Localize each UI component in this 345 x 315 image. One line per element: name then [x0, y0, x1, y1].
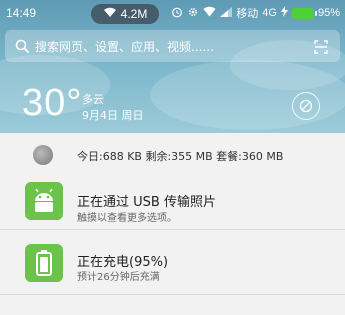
- charging-bolt-icon: [280, 6, 288, 20]
- data-usage-icon: [33, 145, 53, 165]
- divider: [0, 229, 345, 230]
- status-icons: 移动 4G 95%: [171, 5, 340, 21]
- settings-gear-icon: [187, 6, 199, 21]
- weather-condition: 多云: [82, 93, 104, 106]
- search-placeholder: 搜索网页、设置、应用、视频......: [35, 39, 214, 54]
- divider: [0, 294, 345, 295]
- status-bar: 14:49 4.2M 移动 4G 95%: [0, 0, 345, 26]
- clear-icon: [299, 99, 313, 113]
- notification-list: 今日:688 KB 剩余:355 MB 套餐:360 MB 正在通过 USB 传…: [0, 133, 345, 315]
- network-type: 4G: [262, 7, 277, 19]
- weather-date: 9月4日 周日: [82, 109, 144, 122]
- notification-subtitle: 触摸以查看更多选项。: [77, 213, 177, 224]
- notification-subtitle: 预计26分钟后充满: [77, 272, 160, 283]
- scan-qr-icon[interactable]: [314, 39, 328, 58]
- notification-title: 正在通过 USB 传输照片: [77, 195, 216, 210]
- clear-notifications-button[interactable]: [292, 92, 320, 120]
- android-icon: [25, 182, 63, 220]
- battery-icon: [291, 7, 317, 19]
- notification-usb-transfer[interactable]: 正在通过 USB 传输照片 触摸以查看更多选项。: [0, 173, 345, 226]
- search-bar[interactable]: 搜索网页、设置、应用、视频......: [5, 30, 340, 62]
- wifi-signal-icon: [203, 6, 216, 20]
- battery-icon: [25, 244, 63, 282]
- alarm-icon: [171, 6, 183, 21]
- data-usage-text: 今日:688 KB 剩余:355 MB 套餐:360 MB: [77, 150, 284, 163]
- battery-percent: 95%: [317, 7, 340, 19]
- notification-charging[interactable]: 正在充电(95%) 预计26分钟后充满: [0, 234, 345, 287]
- weather-temperature: 30°: [22, 82, 83, 124]
- notification-shade-header: 14:49 4.2M 移动 4G 95% 搜索网页、设置、应用、视频......…: [0, 0, 345, 133]
- data-usage-row[interactable]: 今日:688 KB 剩余:355 MB 套餐:360 MB: [0, 133, 345, 173]
- carrier-label: 移动: [236, 8, 259, 20]
- network-speed-pill: 4.2M: [91, 4, 159, 24]
- wifi-icon: [103, 7, 117, 21]
- cell-signal-icon: [220, 6, 233, 20]
- network-speed: 4.2M: [120, 7, 148, 21]
- search-icon: [15, 39, 29, 53]
- status-time: 14:49: [6, 6, 37, 20]
